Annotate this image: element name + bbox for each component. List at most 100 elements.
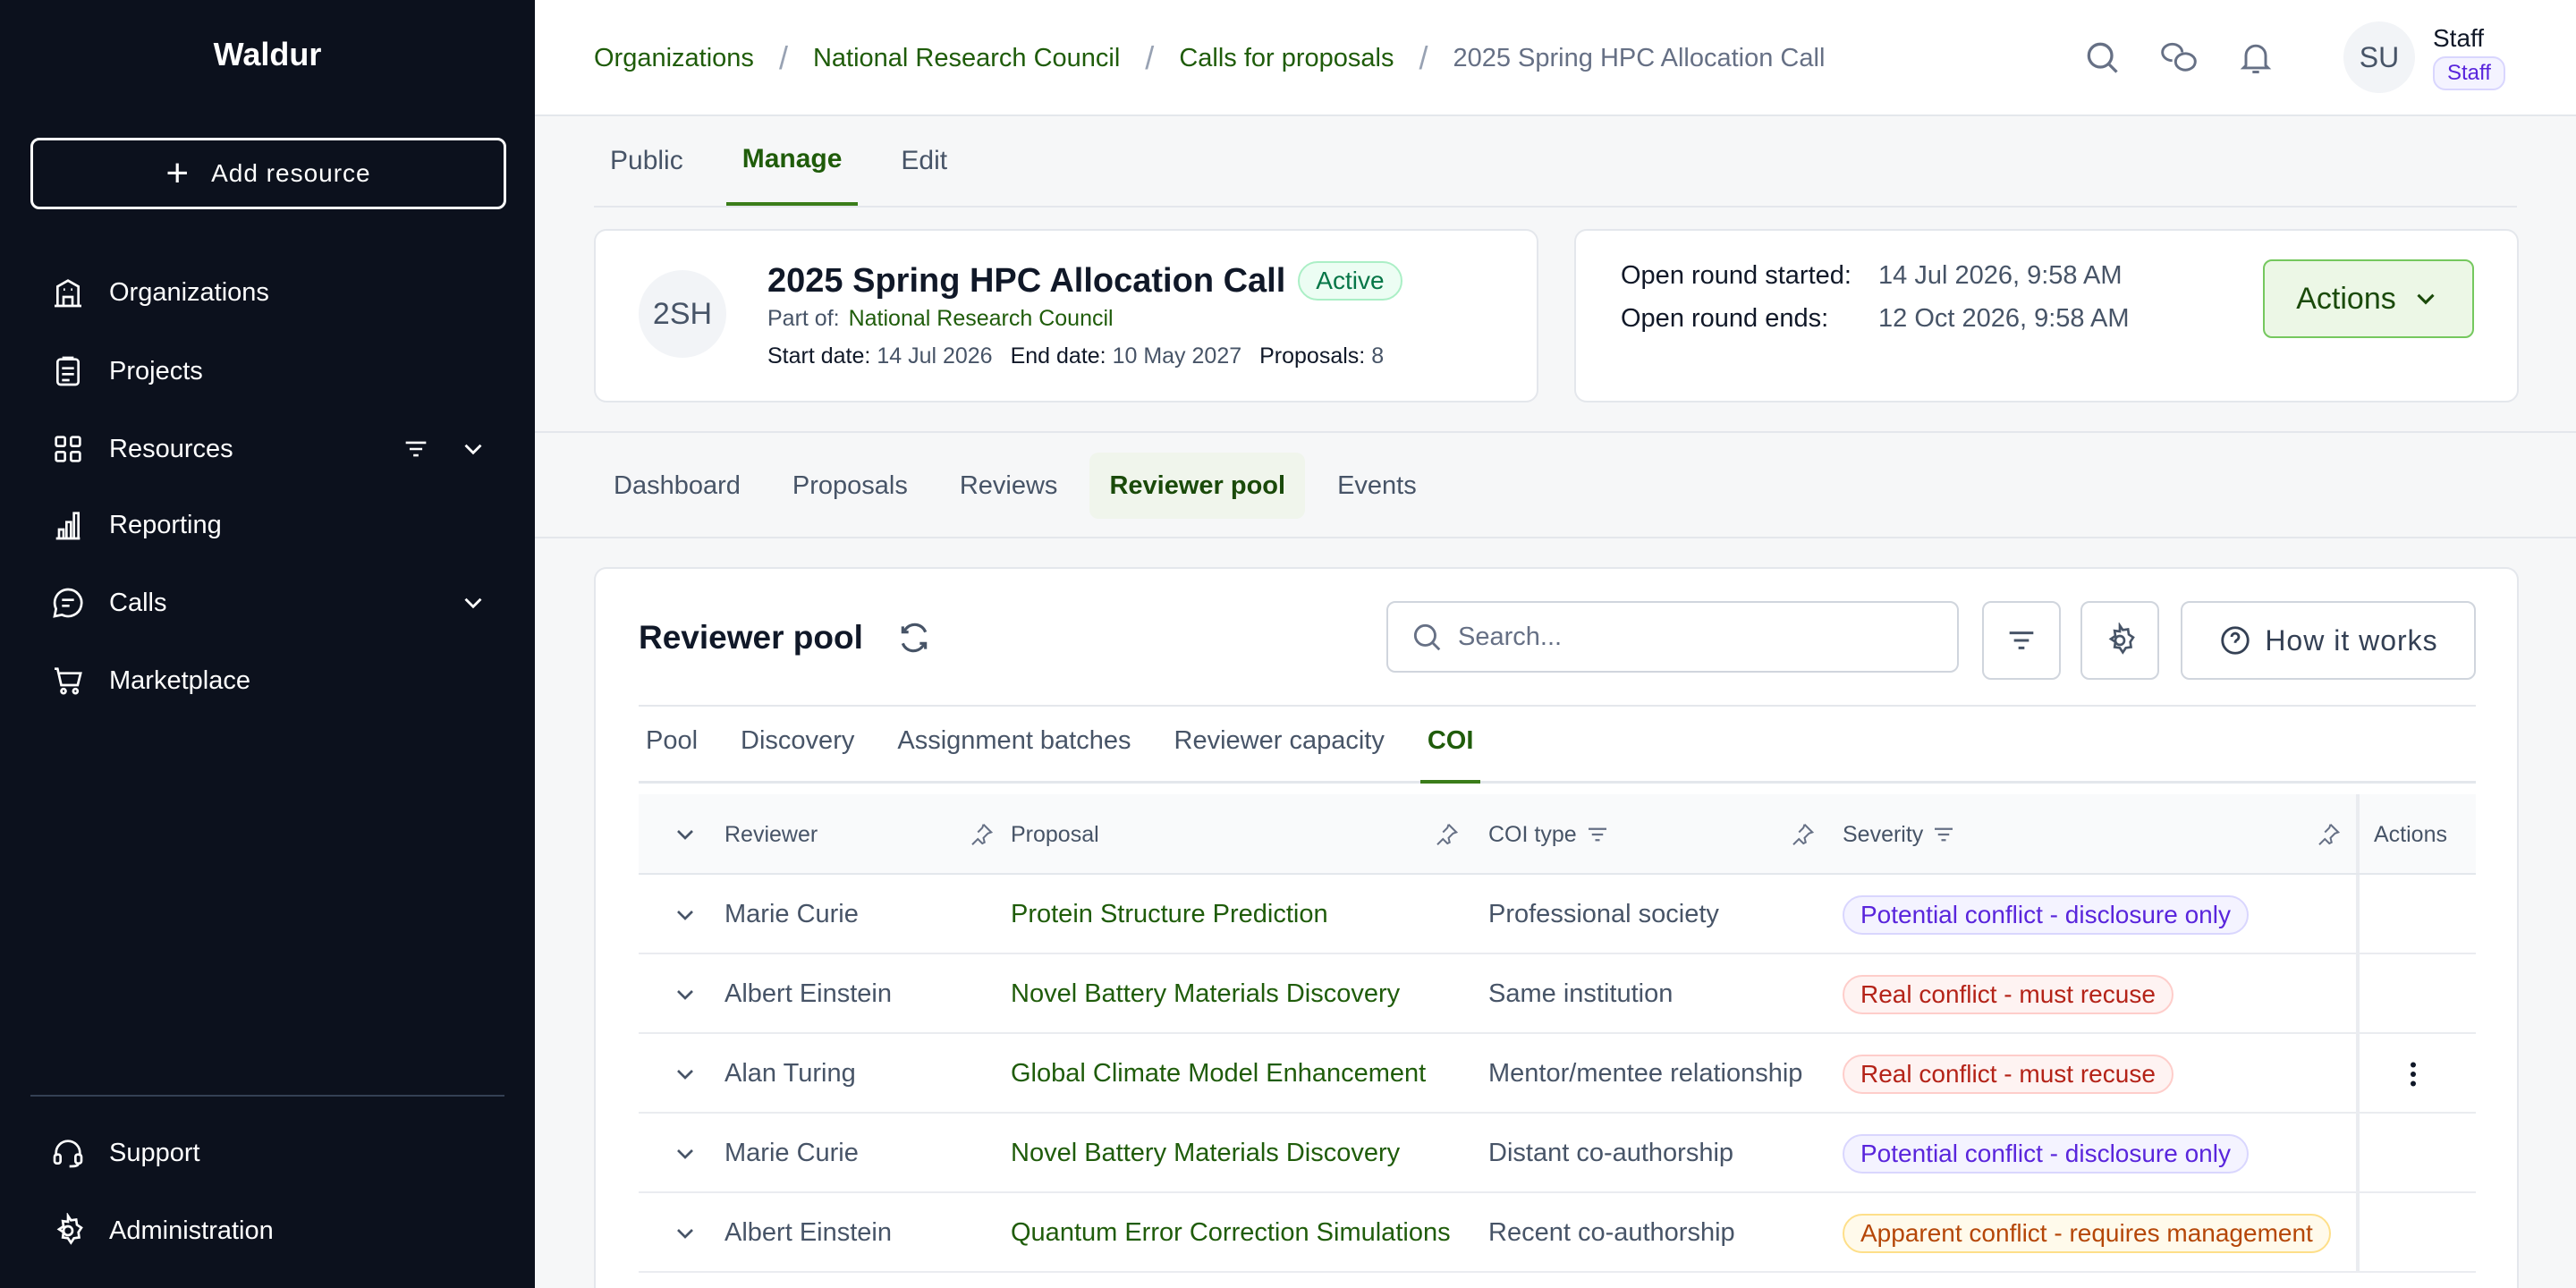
pin-icon xyxy=(971,824,994,845)
search-icon[interactable] xyxy=(2082,38,2122,77)
chevron-down-icon[interactable] xyxy=(458,434,488,464)
message-icon xyxy=(53,588,83,618)
chevron-down-icon[interactable] xyxy=(458,588,488,618)
pin-icon xyxy=(1436,824,1459,845)
tab-discovery[interactable]: Discovery xyxy=(733,726,861,781)
header-proposal[interactable]: Proposal xyxy=(1011,794,1099,875)
tab-reviewer-capacity[interactable]: Reviewer capacity xyxy=(1167,726,1392,781)
pin-reviewer[interactable] xyxy=(968,794,995,875)
table-row[interactable]: Marie Curie Protein Structure Prediction… xyxy=(639,875,2476,954)
add-resource-button[interactable]: + Add resource xyxy=(30,138,506,209)
table-row[interactable]: Albert Einstein Novel Battery Materials … xyxy=(639,954,2476,1034)
tab-events[interactable]: Events xyxy=(1318,453,1436,519)
cell-severity: Real conflict - must recuse xyxy=(1843,954,2356,1034)
chat-icon[interactable] xyxy=(2159,38,2199,77)
end-date-label: End date: xyxy=(1010,343,1106,369)
call-summary-card: 2SH 2025 Spring HPC Allocation Call Acti… xyxy=(594,229,1538,402)
chevron-down-icon xyxy=(2417,293,2435,305)
table-row[interactable]: Alan Turing Global Climate Model Enhance… xyxy=(639,1034,2476,1114)
filter-icon[interactable] xyxy=(1584,821,1611,848)
sidebar-item-calls[interactable]: Calls xyxy=(50,576,488,630)
search-field[interactable] xyxy=(1386,601,1959,673)
cell-proposal[interactable]: Protein Structure Prediction xyxy=(1011,875,1476,954)
reviewer-pool-card: Reviewer pool How it works Pool Discover… xyxy=(594,567,2519,1288)
pin-coi-type[interactable] xyxy=(1789,794,1816,875)
filter-button[interactable] xyxy=(1982,601,2061,680)
filter-icon[interactable] xyxy=(1930,821,1957,848)
settings-button[interactable] xyxy=(2080,601,2159,680)
row-actions-menu[interactable] xyxy=(2397,1034,2429,1114)
tab-pool[interactable]: Pool xyxy=(639,726,705,781)
gear-icon xyxy=(56,1213,83,1245)
filter-icon[interactable] xyxy=(401,434,431,464)
actions-dropdown-button[interactable]: Actions xyxy=(2263,259,2474,338)
brand-logo[interactable]: Waldur xyxy=(0,36,535,73)
expand-row-toggle[interactable] xyxy=(671,1114,699,1193)
tab-proposals[interactable]: Proposals xyxy=(773,453,928,519)
refresh-icon[interactable] xyxy=(897,621,931,655)
header-reviewer[interactable]: Reviewer xyxy=(724,794,818,875)
user-avatar[interactable]: SU xyxy=(2343,21,2415,93)
breadcrumb-organizations[interactable]: Organizations xyxy=(594,44,754,73)
pin-proposal[interactable] xyxy=(1433,794,1460,875)
breadcrumb-calls[interactable]: Calls for proposals xyxy=(1179,44,1394,73)
tab-manage[interactable]: Manage xyxy=(725,116,859,206)
sidebar-item-organizations[interactable]: Organizations xyxy=(50,266,488,319)
tab-reviews[interactable]: Reviews xyxy=(940,453,1078,519)
severity-badge: Real conflict - must recuse xyxy=(1843,1054,2174,1094)
tab-assignment-batches[interactable]: Assignment batches xyxy=(890,726,1138,781)
expand-row-toggle[interactable] xyxy=(671,1193,699,1273)
cell-proposal[interactable]: Quantum Error Correction Simulations xyxy=(1011,1193,1476,1273)
cell-proposal[interactable]: Novel Battery Materials Discovery xyxy=(1011,954,1476,1034)
proposals-count: Proposals: 8 xyxy=(1259,343,1384,369)
search-input[interactable] xyxy=(1458,622,1941,652)
expand-all-toggle[interactable] xyxy=(671,794,699,875)
divider xyxy=(535,431,2576,433)
expand-row-toggle[interactable] xyxy=(671,954,699,1034)
sidebar-item-support[interactable]: Support xyxy=(50,1126,488,1180)
call-title: 2025 Spring HPC Allocation Call xyxy=(767,261,1286,300)
clipboard-icon xyxy=(56,356,80,386)
cell-reviewer: Alan Turing xyxy=(724,1059,856,1088)
cell-proposal[interactable]: Novel Battery Materials Discovery xyxy=(1011,1114,1476,1193)
header-severity[interactable]: Severity xyxy=(1843,794,1957,875)
table-row[interactable]: Marie Curie Novel Battery Materials Disc… xyxy=(639,1114,2476,1193)
header-coi-type-label: COI type xyxy=(1488,821,1577,847)
table-row[interactable]: Albert Einstein Quantum Error Correction… xyxy=(639,1193,2476,1273)
pin-icon xyxy=(1792,824,1815,845)
cell-actions xyxy=(2356,875,2476,953)
sidebar-item-projects[interactable]: Projects xyxy=(50,344,488,398)
pin-severity[interactable] xyxy=(2315,794,2342,875)
tab-dashboard[interactable]: Dashboard xyxy=(594,453,760,519)
tab-edit[interactable]: Edit xyxy=(885,116,963,206)
cell-coi-type: Professional society xyxy=(1488,900,1719,928)
breadcrumb-separator: / xyxy=(778,39,788,76)
sidebar-item-resources[interactable]: Resources xyxy=(50,422,488,476)
cell-coi-type: Same institution xyxy=(1488,979,1674,1008)
end-date: End date: 10 May 2027 xyxy=(1011,343,1242,369)
part-of-link[interactable]: National Research Council xyxy=(849,306,1114,331)
breadcrumb-organization[interactable]: National Research Council xyxy=(813,44,1120,73)
how-it-works-button[interactable]: How it works xyxy=(2181,601,2476,680)
header-coi-type[interactable]: COI type xyxy=(1488,794,1611,875)
sidebar-item-marketplace[interactable]: Marketplace xyxy=(50,654,488,708)
bell-icon[interactable] xyxy=(2236,38,2275,77)
start-date-value: 14 Jul 2026 xyxy=(877,343,993,369)
header-actions: Actions xyxy=(2374,821,2447,847)
sidebar-item-reporting[interactable]: Reporting xyxy=(50,498,488,552)
tab-reviewer-pool[interactable]: Reviewer pool xyxy=(1089,453,1306,519)
tab-coi[interactable]: COI xyxy=(1419,726,1481,784)
how-it-works-label: How it works xyxy=(2265,623,2438,657)
call-title-row: 2025 Spring HPC Allocation Call Active xyxy=(767,261,1402,301)
tab-public[interactable]: Public xyxy=(594,116,699,206)
expand-row-toggle[interactable] xyxy=(671,1034,699,1114)
round-card: Open round started: 14 Jul 2026, 9:58 AM… xyxy=(1574,229,2519,402)
cell-proposal[interactable]: Global Climate Model Enhancement xyxy=(1011,1034,1476,1114)
sidebar-divider xyxy=(30,1095,504,1097)
user-info[interactable]: Staff Staff xyxy=(2433,24,2576,90)
sidebar-item-administration[interactable]: Administration xyxy=(50,1204,488,1258)
expand-row-toggle[interactable] xyxy=(671,875,699,954)
chevron-down-icon xyxy=(677,830,693,840)
more-vertical-icon[interactable] xyxy=(2397,1058,2429,1090)
pool-tabs: Pool Discovery Assignment batches Review… xyxy=(639,726,2476,784)
